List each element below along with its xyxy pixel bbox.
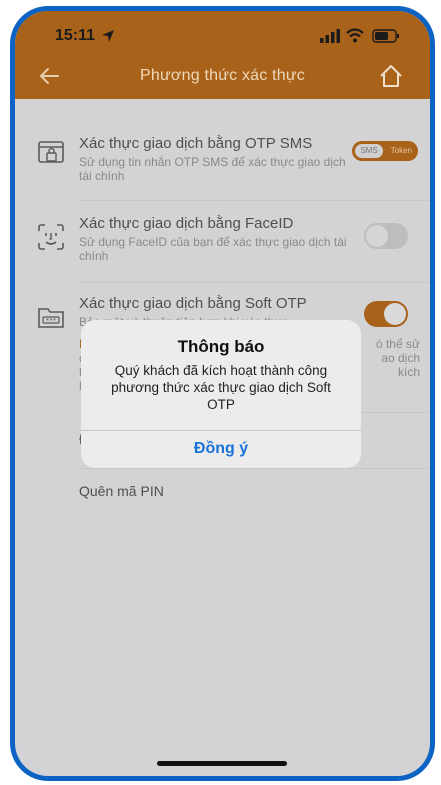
row-title: Xác thực giao dịch bằng FaceID <box>79 215 294 232</box>
password-folder-icon: *** <box>38 308 64 328</box>
svg-text:***: *** <box>46 318 57 325</box>
page-title: Phương thức xác thực <box>140 67 305 84</box>
header: Phương thức xác thực <box>15 57 430 97</box>
top-bar: 15:11 Phương thức xác thực <box>15 11 430 99</box>
status-bar: 15:11 <box>15 25 430 49</box>
row-subtitle: Sử dụng FaceID của bạn để xác thực giao … <box>79 235 347 263</box>
list-item-forgot-pin[interactable]: Quên mã PIN <box>15 469 430 521</box>
confirm-button[interactable]: Đồng ý <box>81 430 361 468</box>
row-label: Quên mã PIN <box>79 483 164 499</box>
row-texts: Xác thực giao dịch bằng FaceID Sử dụng F… <box>79 215 358 263</box>
alert-dialog: Thông báo Quý khách đã kích hoạt thành c… <box>81 320 361 468</box>
toggle-knob <box>366 225 388 247</box>
faceid-toggle[interactable] <box>364 223 408 249</box>
dialog-message: Quý khách đã kích hoạt thành công phương… <box>111 363 331 412</box>
list-item-faceid[interactable]: Xác thực giao dịch bằng FaceID Sử dụng F… <box>15 201 430 283</box>
token-option[interactable]: Token <box>391 144 412 158</box>
note-right-3: kích <box>397 365 420 379</box>
status-time: 15:11 <box>55 27 96 44</box>
cellular-signal-icon <box>320 29 340 43</box>
sms-token-switch[interactable]: SMS Token <box>352 141 418 161</box>
home-indicator <box>157 761 287 766</box>
location-arrow-icon <box>102 30 114 42</box>
note-right-1: ó thể sử <box>375 337 420 351</box>
battery-icon <box>372 29 399 43</box>
home-icon[interactable] <box>378 63 404 89</box>
row-subtitle: Sử dụng tin nhắn OTP SMS để xác thực gia… <box>79 155 346 183</box>
row-title: Xác thực giao dịch bằng Soft OTP <box>79 295 307 312</box>
row-texts: Xác thực giao dịch bằng OTP SMS Sử dụng … <box>79 135 358 183</box>
wifi-icon <box>346 28 364 43</box>
toggle-knob <box>384 303 406 325</box>
soft-otp-toggle[interactable] <box>364 301 408 327</box>
dialog-title: Thông báo <box>177 337 265 356</box>
note-right-2: ao dịch <box>381 351 420 365</box>
sms-option[interactable]: SMS <box>355 144 383 158</box>
faceid-icon <box>38 224 64 250</box>
lock-window-icon <box>38 141 64 163</box>
list-item-otp-sms[interactable]: Xác thực giao dịch bằng OTP SMS Sử dụng … <box>15 109 430 201</box>
row-title: Xác thực giao dịch bằng OTP SMS <box>79 135 313 152</box>
